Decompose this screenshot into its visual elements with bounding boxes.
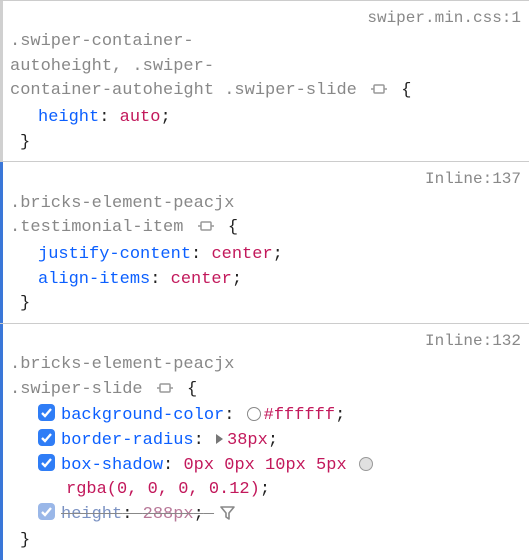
property-value[interactable]: #ffffff — [264, 406, 335, 425]
selector-text: autoheight, .swiper- — [10, 57, 214, 76]
property-value[interactable]: 0px 0px 10px 5px — [183, 456, 346, 475]
style-rule: swiper.min.css:1 .swiper-container- auto… — [0, 0, 529, 161]
selector-text: .swiper-container- — [10, 32, 194, 51]
expand-triangle-icon[interactable] — [216, 434, 223, 444]
filter-icon[interactable] — [220, 505, 235, 530]
brace-open: { — [187, 380, 197, 399]
selector-line[interactable]: .bricks-element-peacjx — [10, 353, 521, 378]
brace-close: } — [10, 131, 521, 156]
selector-text: .swiper-slide — [10, 380, 143, 399]
property-name[interactable]: justify-content — [38, 245, 191, 264]
selector-text: container-autoheight .swiper-slide — [10, 81, 357, 100]
selector-text: .bricks-element-peacjx — [10, 194, 234, 213]
declaration[interactable]: border-radius: 38px; — [10, 429, 521, 454]
property-name[interactable]: height — [61, 505, 122, 524]
property-value[interactable]: center — [171, 270, 232, 289]
declaration-continuation[interactable]: rgba(0, 0, 0, 0.12); — [10, 478, 521, 503]
property-enable-checkbox[interactable] — [38, 429, 55, 446]
selector-line[interactable]: .testimonial-item { — [10, 216, 521, 243]
selector-line[interactable]: .swiper-slide { — [10, 378, 521, 405]
property-enable-checkbox[interactable] — [38, 454, 55, 471]
color-swatch-icon[interactable] — [359, 457, 373, 471]
selector-text: .bricks-element-peacjx — [10, 355, 234, 374]
source-link[interactable]: swiper.min.css:1 — [367, 7, 521, 30]
declaration[interactable]: justify-content: center; — [10, 243, 521, 268]
selector-line[interactable]: container-autoheight .swiper-slide { — [10, 79, 521, 106]
gutter-bar — [0, 162, 3, 322]
property-name[interactable]: box-shadow — [61, 456, 163, 475]
property-name[interactable]: border-radius — [61, 431, 194, 450]
selector-text: .testimonial-item — [10, 218, 183, 237]
selector-line[interactable]: autoheight, .swiper- — [10, 55, 521, 80]
brace-close: } — [10, 292, 521, 317]
source-link[interactable]: Inline:137 — [425, 168, 521, 191]
gutter-bar — [0, 324, 3, 560]
property-name[interactable]: background-color — [61, 406, 224, 425]
declaration[interactable]: box-shadow: 0px 0px 10px 5px — [10, 454, 521, 479]
style-rule: Inline:137 .bricks-element-peacjx .testi… — [0, 161, 529, 322]
selector-action-icon[interactable] — [371, 81, 387, 106]
property-name[interactable]: align-items — [38, 270, 150, 289]
style-rule: Inline:132 .bricks-element-peacjx .swipe… — [0, 323, 529, 560]
declaration[interactable]: align-items: center; — [10, 268, 521, 293]
declaration[interactable]: background-color: #ffffff; — [10, 404, 521, 429]
property-value[interactable]: auto — [120, 108, 161, 127]
property-value[interactable]: 38px — [227, 431, 268, 450]
declaration-overridden[interactable]: height: 288px; — [10, 503, 521, 530]
selector-action-icon[interactable] — [157, 380, 173, 405]
gutter-bar — [0, 1, 3, 161]
property-name[interactable]: height — [38, 108, 99, 127]
property-enable-checkbox[interactable] — [38, 404, 55, 421]
property-enable-checkbox[interactable] — [38, 503, 55, 520]
brace-open: { — [228, 218, 238, 237]
color-swatch-icon[interactable] — [247, 407, 261, 421]
property-value[interactable]: rgba(0, 0, 0, 0.12) — [66, 480, 260, 499]
selector-line[interactable]: .swiper-container- — [10, 30, 521, 55]
source-link[interactable]: Inline:132 — [425, 330, 521, 353]
selector-line[interactable]: .bricks-element-peacjx — [10, 192, 521, 217]
declaration[interactable]: height: auto; — [10, 106, 521, 131]
property-value[interactable]: 288px — [143, 505, 194, 524]
property-value[interactable]: center — [211, 245, 272, 264]
selector-action-icon[interactable] — [198, 218, 214, 243]
brace-open: { — [401, 81, 411, 100]
brace-close: } — [10, 529, 521, 554]
